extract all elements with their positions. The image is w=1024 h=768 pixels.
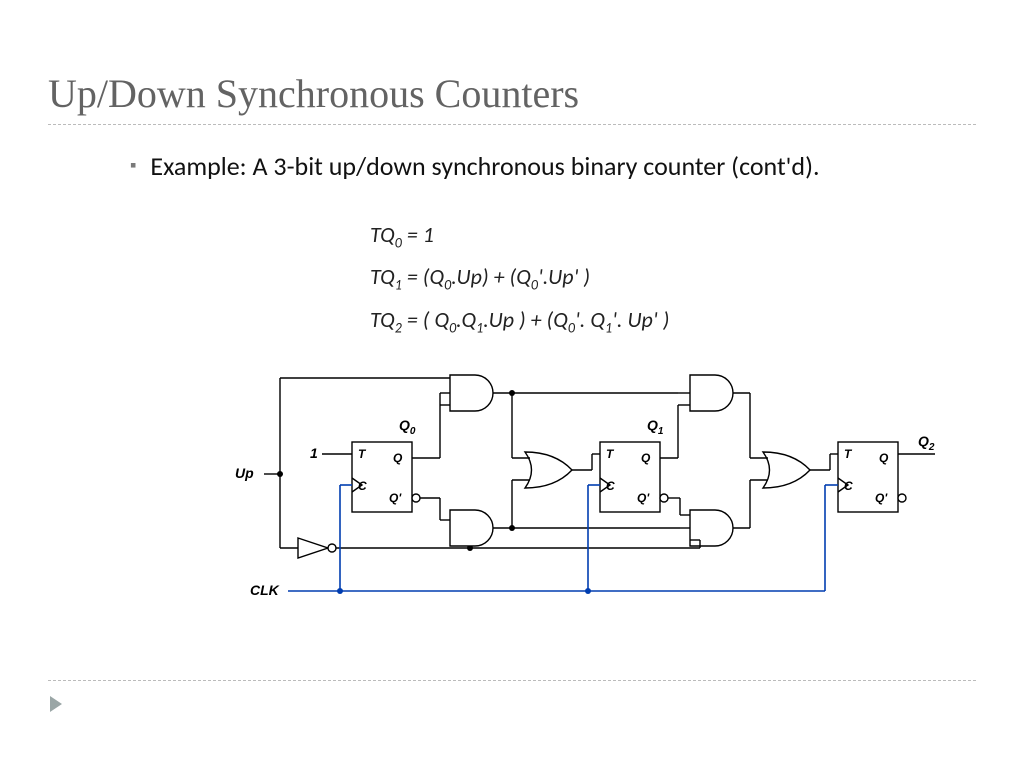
or-gate-2	[763, 452, 810, 488]
flipflop-2: T Q C Q'	[838, 442, 906, 512]
next-arrow-icon	[48, 694, 68, 714]
bullet-text: Example: A 3-bit up/down synchronous bin…	[150, 150, 819, 182]
svg-text:Q0: Q0	[399, 417, 416, 437]
slide-title: Up/Down Synchronous Counters	[48, 70, 579, 117]
or-gate-1	[525, 452, 572, 488]
body-text: ▪ Example: A 3-bit up/down synchronous b…	[130, 150, 930, 182]
svg-text:Q': Q'	[389, 491, 402, 505]
equations: TQ0 = 1 TQ1 = (Q0.Up) + (Q0'.Up' ) TQ2 =…	[370, 218, 669, 345]
eq-tq2: TQ2 = ( Q0.Q1.Up ) + (Q0'. Q1'. Up' )	[370, 303, 669, 345]
footer-divider	[48, 680, 976, 681]
svg-text:C: C	[358, 479, 367, 493]
title-divider	[48, 124, 976, 125]
eq-tq1: TQ1 = (Q0.Up) + (Q0'.Up' )	[370, 260, 669, 302]
svg-text:Q: Q	[393, 451, 403, 465]
svg-text:Q1: Q1	[647, 417, 664, 437]
label-up: Up	[235, 465, 254, 481]
and-gate-top-2	[690, 375, 733, 411]
label-clk: CLK	[250, 582, 280, 598]
label-one: 1	[310, 445, 318, 461]
svg-text:C: C	[606, 479, 615, 493]
svg-text:C: C	[844, 479, 853, 493]
svg-text:Q: Q	[879, 451, 889, 465]
eq-tq0: TQ0 = 1	[370, 218, 669, 260]
and-gate-bot-1	[450, 510, 493, 546]
flipflop-1: T Q C Q'	[600, 442, 668, 512]
svg-text:Q': Q'	[637, 491, 650, 505]
not-gate	[298, 538, 336, 558]
svg-text:Q: Q	[641, 451, 651, 465]
bullet-icon: ▪	[130, 150, 136, 180]
svg-text:Q': Q'	[875, 491, 888, 505]
counter-diagram: Up 1 T Q C Q' Q0	[160, 360, 980, 640]
flipflop-0: T Q C Q'	[352, 442, 420, 512]
svg-text:Q2: Q2	[918, 433, 935, 453]
and-gate-top-1	[450, 375, 493, 411]
